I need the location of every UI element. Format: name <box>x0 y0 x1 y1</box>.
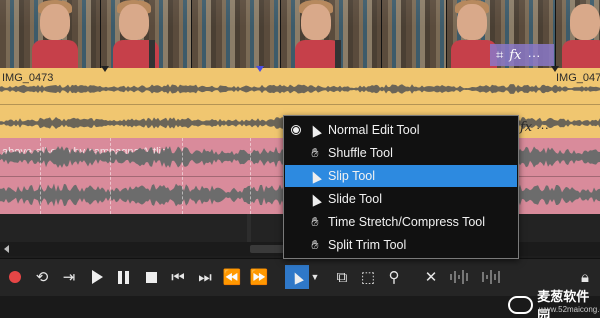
menu-item-slip-tool[interactable]: Slip Tool <box>285 165 517 187</box>
edit-tool-button[interactable] <box>285 265 309 289</box>
video-track[interactable]: ⌗ fx ··· <box>0 0 600 68</box>
fx-icon: fx <box>509 47 522 63</box>
go-to-start-icon: ⏪ <box>222 269 242 286</box>
watermark-url: www.52maicong.com <box>539 305 600 314</box>
close-icon: ✕ <box>424 269 438 286</box>
go-to-end-button[interactable]: ⏩ <box>248 266 270 288</box>
envelope-icons[interactable] <box>450 269 468 285</box>
loop-button[interactable]: ⟲ <box>31 266 53 288</box>
menu-item-shuffle-tool[interactable]: ✋︎ Shuffle Tool <box>285 142 517 164</box>
menu-item-split-trim-tool[interactable]: ✋︎ Split Trim Tool <box>285 234 517 256</box>
region-marker[interactable] <box>256 66 264 72</box>
play-button[interactable] <box>86 266 108 288</box>
stop-icon <box>145 271 157 283</box>
selection-tool-button[interactable]: ⬚ <box>357 266 379 288</box>
zoom-icon: ⚲ <box>388 269 400 286</box>
video-fx-button[interactable]: ⌗ fx ··· <box>490 44 554 66</box>
chevron-down-icon: ▼ <box>310 272 320 282</box>
hand-stretch-icon: ✋︎ <box>311 214 319 229</box>
video-thumbnail <box>556 0 600 68</box>
marker[interactable] <box>101 66 109 72</box>
slide-pointer-icon <box>307 191 323 207</box>
pause-button[interactable] <box>112 266 134 288</box>
loop-icon: ⟲ <box>35 269 49 286</box>
lock-icon: 🔒︎ <box>581 268 589 286</box>
audio-more-icon[interactable]: ··· <box>536 120 549 135</box>
menu-item-normal-edit-tool[interactable]: Normal Edit Tool <box>285 119 517 141</box>
play-from-start-button[interactable]: ⇥ <box>58 266 80 288</box>
skip-back-icon: ⏮ <box>171 268 185 286</box>
play-icon <box>91 270 103 284</box>
go-to-start-button[interactable]: ⏪ <box>221 266 243 288</box>
video-thumbnail <box>101 0 191 68</box>
previous-marker-button[interactable]: ⏮ <box>167 266 189 288</box>
crop-icon: ⌗ <box>496 47 504 62</box>
go-to-end-icon: ⏩ <box>249 269 269 286</box>
zoom-tool-button[interactable]: ⚲ <box>383 266 405 288</box>
video-thumbnail <box>0 0 100 68</box>
waveform-upper <box>0 84 600 94</box>
video-thumbnail <box>192 0 280 68</box>
pause-icon <box>117 270 129 284</box>
ripple-icon: ⧉ <box>336 268 348 286</box>
edit-tool-dropdown[interactable]: ▼ <box>309 266 321 288</box>
play-from-start-icon: ⇥ <box>62 269 76 286</box>
envelope-icons[interactable] <box>482 269 500 285</box>
edit-tool-arrow-icon <box>290 269 304 285</box>
record-button[interactable] <box>4 266 26 288</box>
checked-radio-icon <box>291 125 301 135</box>
selection-icon: ⬚ <box>360 269 376 286</box>
video-thumbnail <box>382 0 446 68</box>
close-button[interactable]: ✕ <box>420 266 442 288</box>
video-thumbnail <box>281 0 381 68</box>
scroll-left-arrow-icon[interactable] <box>4 245 9 253</box>
lock-button[interactable]: 🔒︎ <box>574 266 596 288</box>
stop-button[interactable] <box>140 266 162 288</box>
cloud-logo-icon <box>508 296 534 314</box>
next-marker-button[interactable]: ⏭ <box>194 266 216 288</box>
more-icon: ··· <box>527 47 541 63</box>
audio-fx-icon[interactable]: fx <box>520 120 532 135</box>
arrow-pointer-icon <box>307 122 323 138</box>
edit-tool-context-menu: Normal Edit Tool ✋︎ Shuffle Tool Slip To… <box>283 115 519 259</box>
slip-pointer-icon <box>307 168 323 184</box>
hand-split-icon: ✋︎ <box>311 237 319 252</box>
auto-ripple-button[interactable]: ⧉ <box>331 266 353 288</box>
menu-item-slide-tool[interactable]: Slide Tool <box>285 188 517 210</box>
record-icon <box>9 271 21 283</box>
skip-forward-icon: ⏭ <box>198 268 212 286</box>
menu-item-time-stretch-tool[interactable]: ✋︎ Time Stretch/Compress Tool <box>285 211 517 233</box>
hand-shuffle-icon: ✋︎ <box>311 145 319 160</box>
marker[interactable] <box>551 66 559 72</box>
